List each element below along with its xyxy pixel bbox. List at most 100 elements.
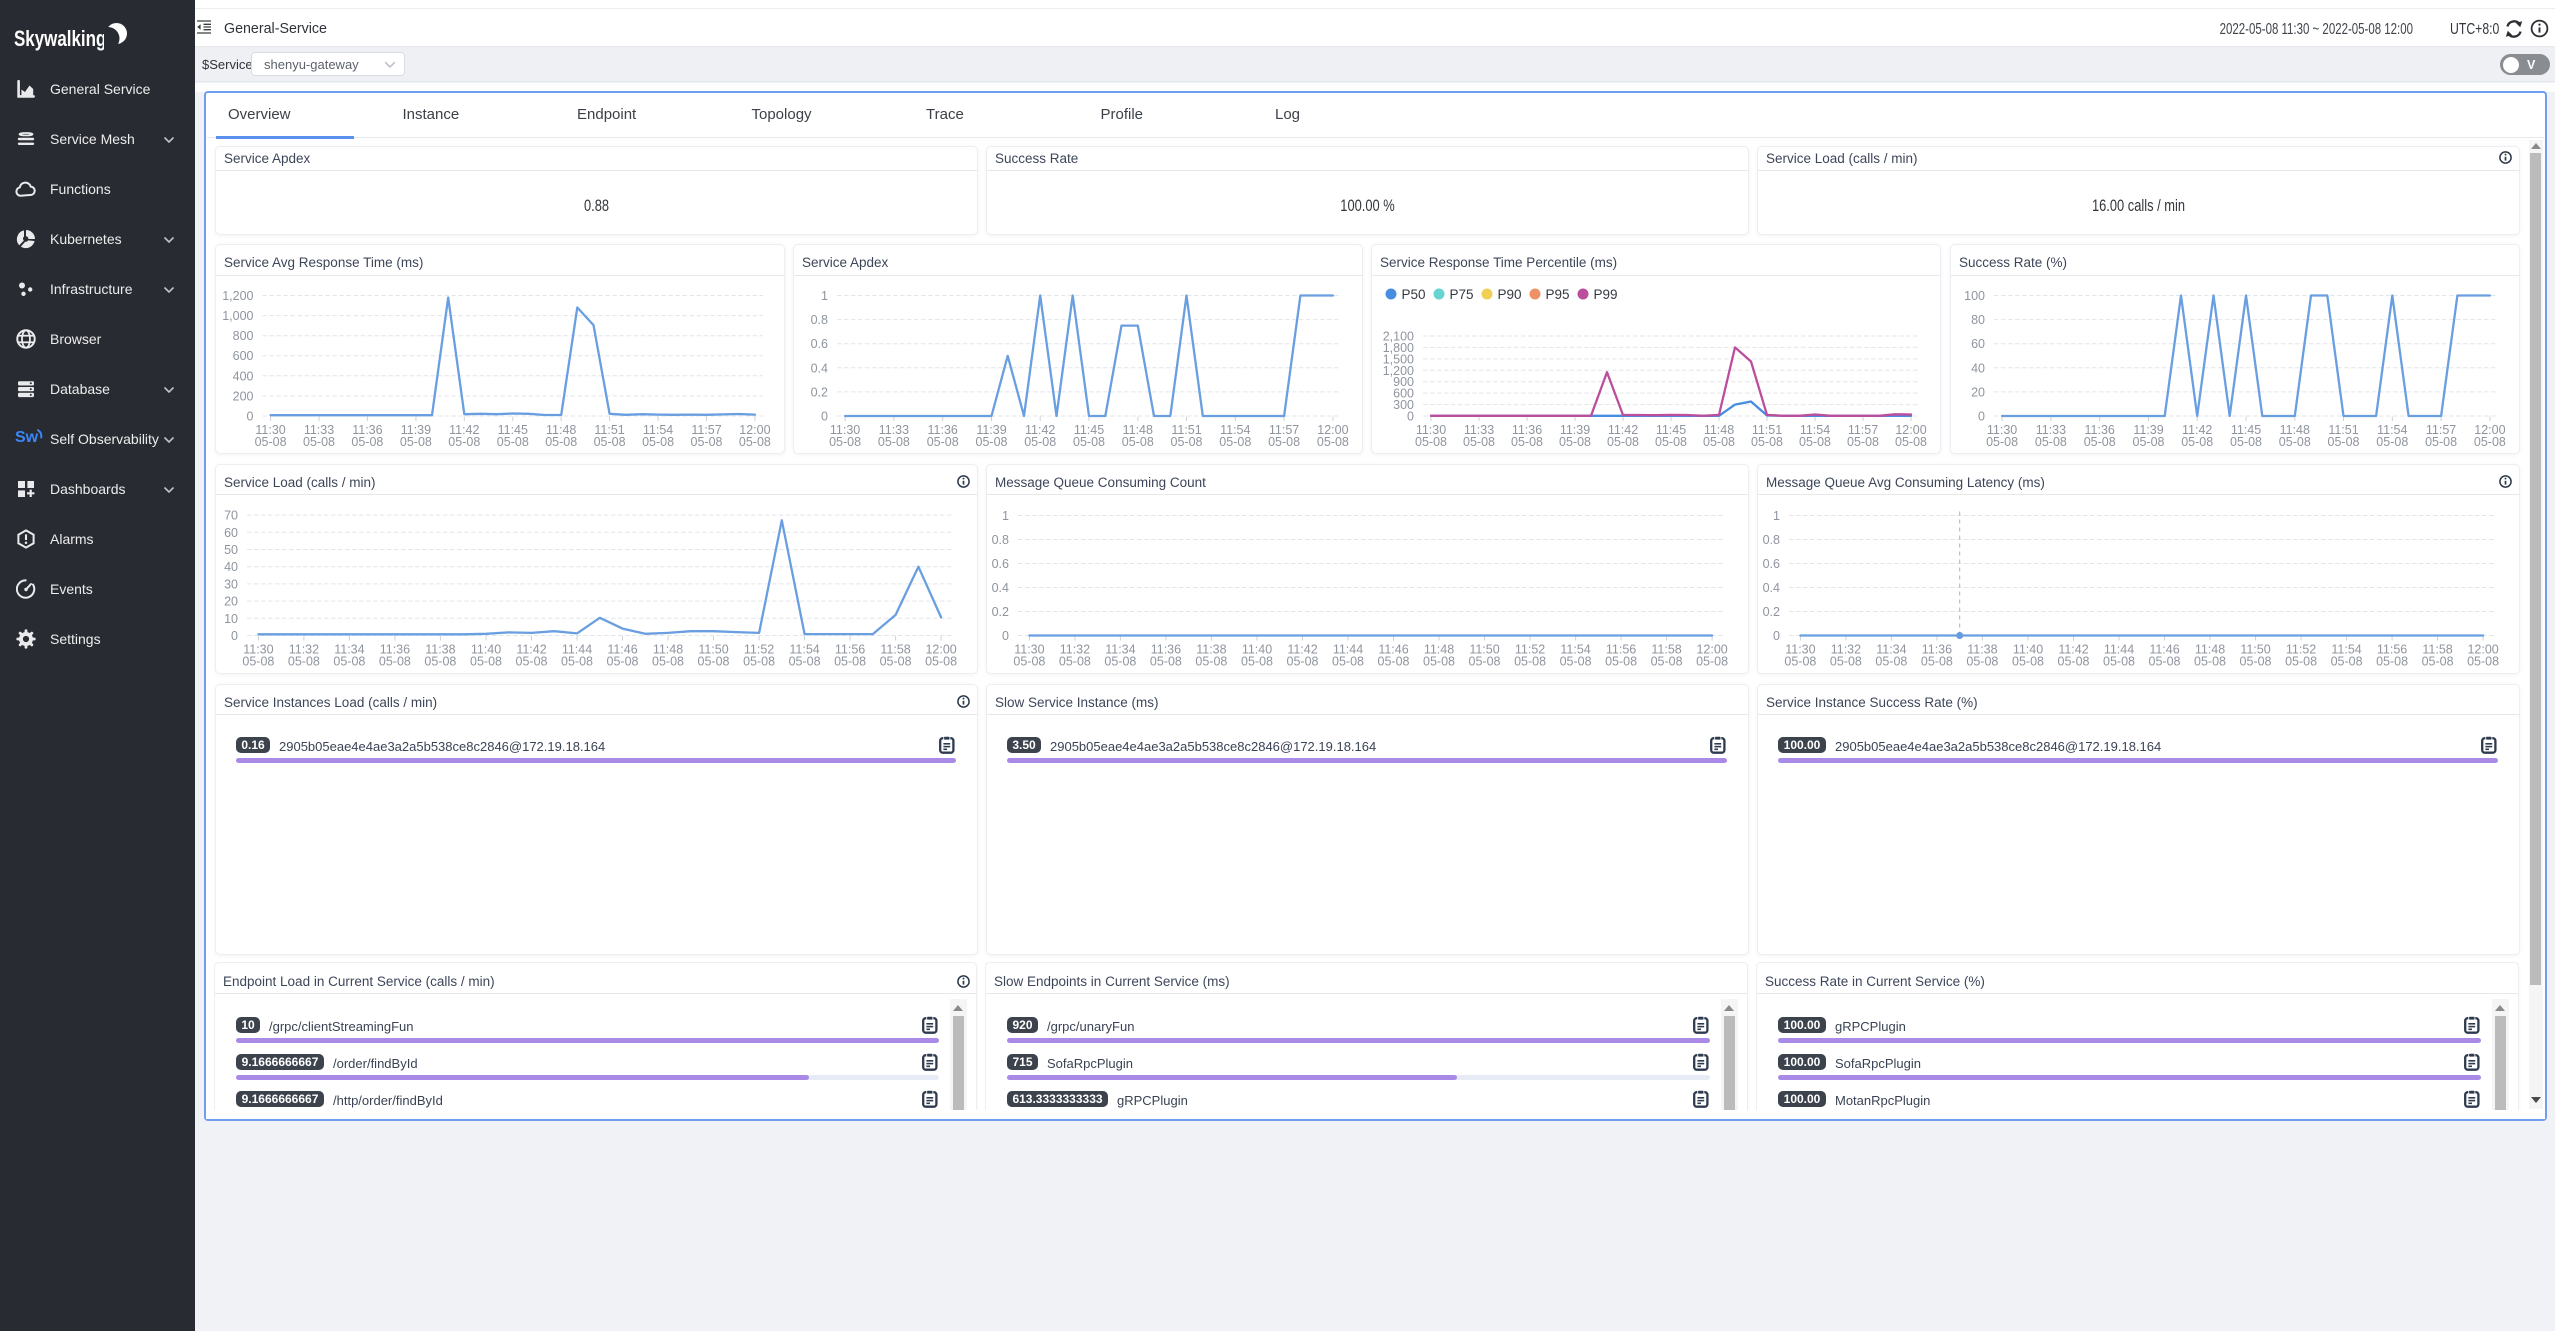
svg-text:10: 10 [224,612,238,626]
svg-text:60: 60 [1971,337,1985,351]
svg-text:P50: P50 [1402,287,1426,302]
svg-text:05-08: 05-08 [288,654,320,668]
svg-text:05-08: 05-08 [1268,435,1300,449]
svg-text:0: 0 [247,410,254,424]
svg-text:05-08: 05-08 [652,654,684,668]
svg-text:05-08: 05-08 [1799,435,1831,449]
svg-text:0.2: 0.2 [1763,605,1780,619]
svg-text:05-08: 05-08 [2084,435,2116,449]
svg-text:20: 20 [1971,385,1985,399]
svg-text:05-08: 05-08 [2103,654,2135,668]
svg-text:05-08: 05-08 [1024,435,1056,449]
svg-text:05-08: 05-08 [829,435,861,449]
svg-text:05-08: 05-08 [1696,654,1728,668]
svg-text:05-08: 05-08 [2331,654,2363,668]
svg-text:P90: P90 [1498,287,1522,302]
svg-text:05-08: 05-08 [878,435,910,449]
svg-text:05-08: 05-08 [789,654,821,668]
svg-text:200: 200 [233,389,254,403]
svg-text:05-08: 05-08 [642,435,674,449]
svg-text:05-08: 05-08 [2133,435,2165,449]
svg-text:05-08: 05-08 [1651,654,1683,668]
svg-text:05-08: 05-08 [448,435,480,449]
svg-text:05-08: 05-08 [1655,435,1687,449]
svg-text:0.2: 0.2 [811,385,828,399]
svg-text:05-08: 05-08 [1511,435,1543,449]
svg-text:05-08: 05-08 [545,435,577,449]
svg-text:P75: P75 [1450,287,1474,302]
svg-text:05-08: 05-08 [2058,654,2090,668]
svg-text:30: 30 [224,577,238,591]
svg-text:0.2: 0.2 [992,605,1009,619]
svg-text:05-08: 05-08 [1469,654,1501,668]
svg-text:05-08: 05-08 [1966,654,1998,668]
svg-text:05-08: 05-08 [739,435,771,449]
svg-text:0.8: 0.8 [811,313,828,327]
svg-text:05-08: 05-08 [242,654,274,668]
svg-text:05-08: 05-08 [1241,654,1273,668]
svg-text:05-08: 05-08 [691,435,723,449]
svg-text:P99: P99 [1594,287,1618,302]
svg-text:05-08: 05-08 [2240,654,2272,668]
svg-text:05-08: 05-08 [1150,654,1182,668]
svg-text:05-08: 05-08 [255,435,287,449]
svg-text:05-08: 05-08 [516,654,548,668]
svg-text:0.8: 0.8 [1763,533,1780,547]
svg-text:0: 0 [821,410,828,424]
svg-text:P95: P95 [1546,287,1570,302]
svg-text:05-08: 05-08 [1195,654,1227,668]
svg-text:2,100: 2,100 [1383,330,1414,344]
svg-text:05-08: 05-08 [927,435,959,449]
svg-text:05-08: 05-08 [1463,435,1495,449]
svg-text:0.6: 0.6 [992,557,1009,571]
svg-text:05-08: 05-08 [1921,654,1953,668]
svg-text:05-08: 05-08 [1073,435,1105,449]
svg-text:05-08: 05-08 [2474,435,2506,449]
svg-text:05-08: 05-08 [834,654,866,668]
svg-text:05-08: 05-08 [2149,654,2181,668]
svg-text:0: 0 [231,629,238,643]
svg-text:05-08: 05-08 [1875,654,1907,668]
svg-text:05-08: 05-08 [333,654,365,668]
svg-text:05-08: 05-08 [351,435,383,449]
svg-text:05-08: 05-08 [1423,654,1455,668]
svg-text:05-08: 05-08 [303,435,335,449]
svg-text:40: 40 [224,560,238,574]
svg-text:05-08: 05-08 [497,435,529,449]
svg-text:05-08: 05-08 [400,435,432,449]
svg-text:05-08: 05-08 [976,435,1008,449]
svg-text:0.8: 0.8 [992,533,1009,547]
svg-text:05-08: 05-08 [2279,435,2311,449]
svg-text:05-08: 05-08 [1784,654,1816,668]
svg-text:05-08: 05-08 [2035,435,2067,449]
svg-text:05-08: 05-08 [1830,654,1862,668]
svg-text:05-08: 05-08 [2285,654,2317,668]
svg-text:05-08: 05-08 [1605,654,1637,668]
svg-text:05-08: 05-08 [561,654,593,668]
svg-text:05-08: 05-08 [1332,654,1364,668]
svg-text:60: 60 [224,526,238,540]
svg-text:0.6: 0.6 [1763,557,1780,571]
svg-text:1,000: 1,000 [222,309,253,323]
svg-text:05-08: 05-08 [1287,654,1319,668]
svg-text:50: 50 [224,543,238,557]
svg-text:05-08: 05-08 [1514,654,1546,668]
svg-text:05-08: 05-08 [379,654,411,668]
svg-text:05-08: 05-08 [2467,654,2499,668]
svg-text:05-08: 05-08 [1415,435,1447,449]
svg-text:1: 1 [821,289,828,303]
svg-text:05-08: 05-08 [2425,435,2457,449]
svg-text:05-08: 05-08 [594,435,626,449]
svg-text:0: 0 [1773,629,1780,643]
svg-text:05-08: 05-08 [1986,435,2018,449]
svg-text:05-08: 05-08 [424,654,456,668]
svg-text:800: 800 [233,329,254,343]
svg-text:05-08: 05-08 [1013,654,1045,668]
svg-text:1,200: 1,200 [222,289,253,303]
svg-text:05-08: 05-08 [1703,435,1735,449]
svg-text:1: 1 [1002,509,1009,523]
svg-text:05-08: 05-08 [1560,654,1592,668]
svg-text:05-08: 05-08 [2012,654,2044,668]
svg-text:05-08: 05-08 [2376,654,2408,668]
svg-text:05-08: 05-08 [925,654,957,668]
